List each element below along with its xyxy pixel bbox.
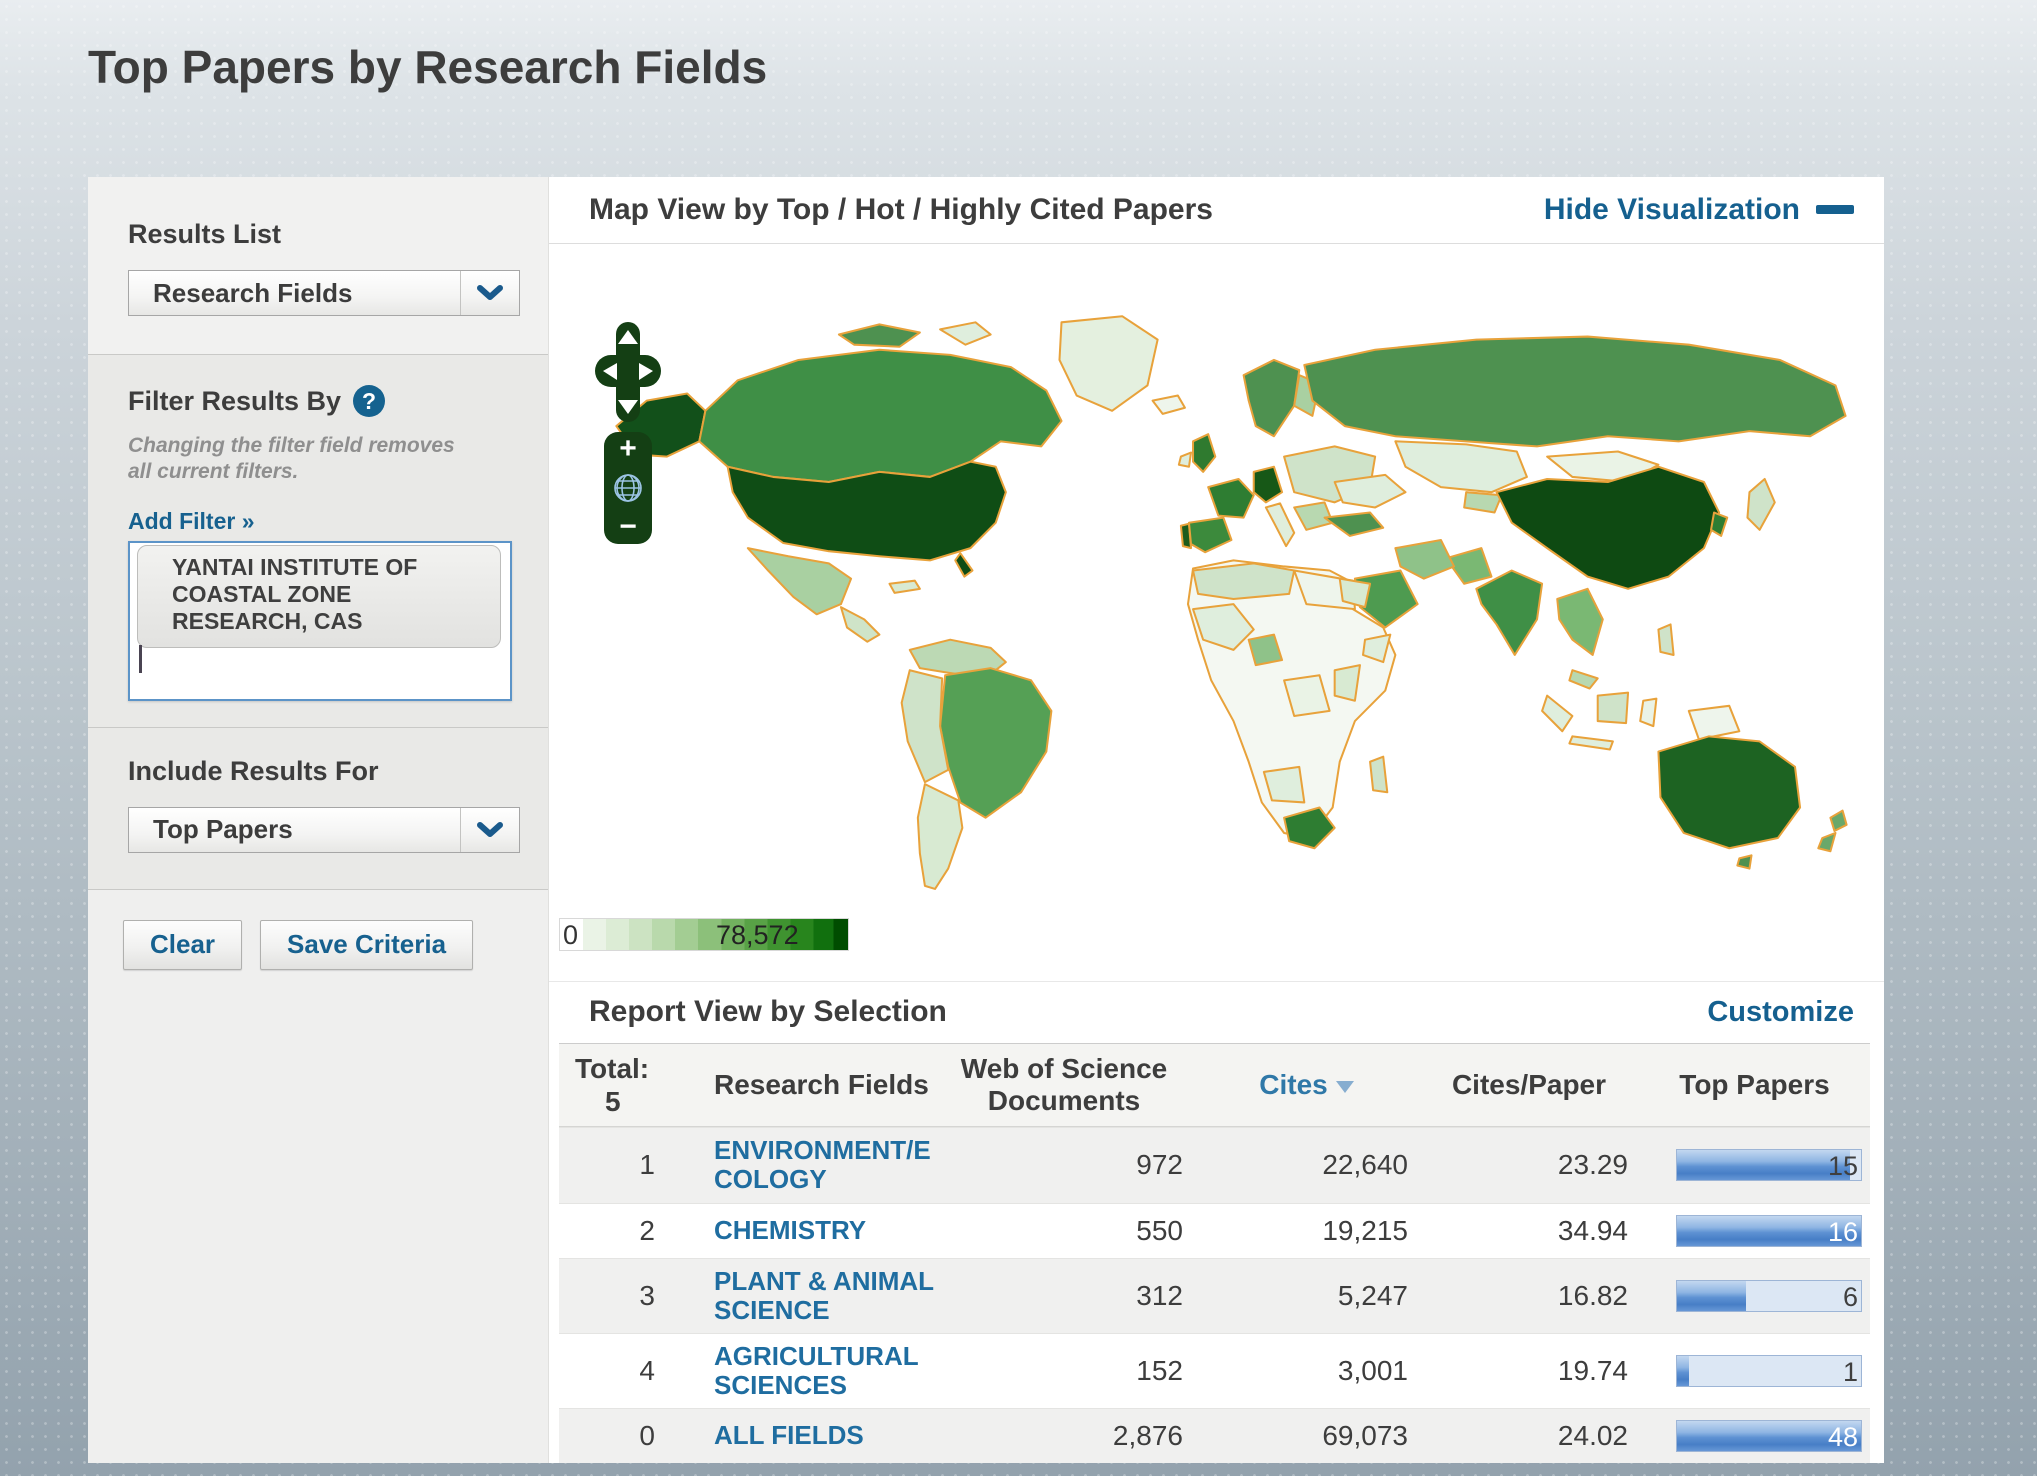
filter-heading: Filter Results By ?: [128, 385, 520, 417]
hide-visualization-label: Hide Visualization: [1544, 193, 1800, 227]
customize-link[interactable]: Customize: [1707, 996, 1854, 1029]
sidebar-actions: Clear Save Criteria: [88, 890, 548, 970]
docs-cell: 312: [939, 1280, 1199, 1312]
cites-cell: 5,247: [1199, 1280, 1424, 1312]
cites-per-paper-cell: 24.02: [1424, 1420, 1644, 1452]
chevron-down-icon[interactable]: [460, 271, 519, 315]
research-field-link[interactable]: AGRICULTURAL SCIENCES: [714, 1334, 939, 1408]
cites-cell: 69,073: [1199, 1420, 1424, 1452]
docs-cell: 972: [939, 1149, 1199, 1181]
zoom-out-button[interactable]: −: [619, 514, 637, 540]
results-list-selected-value: Research Fields: [129, 278, 460, 309]
legend-max-label: 78,572: [716, 920, 799, 951]
cites-sort-label[interactable]: Cites: [1259, 1069, 1327, 1101]
cites-cell: 3,001: [1199, 1355, 1424, 1387]
docs-cell: 550: [939, 1215, 1199, 1247]
criteria-sidebar: Results List Research Fields Filter Resu…: [88, 177, 549, 1463]
column-header-wos-documents[interactable]: Web of Science Documents: [934, 1053, 1194, 1117]
active-filter-chip[interactable]: YANTAI INSTITUTE OF COASTAL ZONE RESEARC…: [137, 545, 501, 648]
results-list-dropdown[interactable]: Research Fields: [128, 270, 520, 316]
table-row: 2 CHEMISTRY 550 19,215 34.94 16: [559, 1203, 1870, 1258]
add-filter-link[interactable]: Add Filter »: [128, 508, 255, 535]
top-papers-bar: 6: [1676, 1280, 1862, 1312]
legend-gradient-bar: [559, 918, 849, 951]
results-table: Total: 5 Research Fields Web of Science …: [559, 1043, 1870, 1463]
column-header-cites[interactable]: Cites: [1194, 1069, 1419, 1101]
top-papers-value: 48: [1828, 1422, 1858, 1453]
legend-min-label: 0: [563, 920, 578, 951]
chevron-down-icon[interactable]: [460, 808, 519, 852]
include-results-dropdown[interactable]: Top Papers: [128, 807, 520, 853]
question-mark-icon[interactable]: ?: [353, 385, 385, 417]
filter-section: Filter Results By ? Changing the filter …: [88, 355, 548, 728]
sort-descending-icon: [1336, 1081, 1354, 1093]
top-papers-value: 15: [1828, 1151, 1858, 1182]
rank-cell: 2: [559, 1215, 669, 1247]
rank-cell: 1: [559, 1149, 669, 1181]
top-papers-bar: 15: [1676, 1149, 1862, 1181]
map-zoom-control[interactable]: + −: [604, 432, 652, 544]
clear-button[interactable]: Clear: [123, 920, 242, 970]
collapse-minus-icon: [1816, 205, 1854, 214]
report-header: Report View by Selection Customize: [549, 981, 1884, 1044]
table-row: 3 PLANT & ANIMAL SCIENCE 312 5,247 16.82…: [559, 1258, 1870, 1333]
report-title: Report View by Selection: [589, 995, 947, 1029]
cites-per-paper-cell: 34.94: [1424, 1215, 1644, 1247]
map-header: Map View by Top / Hot / Highly Cited Pap…: [549, 177, 1884, 244]
results-list-section: Results List Research Fields: [88, 177, 548, 355]
research-field-link[interactable]: ENVIRONMENT/ECOLOGY: [714, 1128, 939, 1202]
table-row: 4 AGRICULTURAL SCIENCES 152 3,001 19.74 …: [559, 1333, 1870, 1408]
rank-cell: 0: [559, 1420, 669, 1452]
research-field-link[interactable]: CHEMISTRY: [714, 1208, 939, 1253]
docs-cell: 152: [939, 1355, 1199, 1387]
include-results-heading: Include Results For: [128, 756, 520, 787]
map-title: Map View by Top / Hot / Highly Cited Pap…: [589, 193, 1213, 227]
text-cursor: [139, 645, 142, 673]
docs-cell: 2,876: [939, 1420, 1199, 1452]
cites-per-paper-cell: 19.74: [1424, 1355, 1644, 1387]
hide-visualization-link[interactable]: Hide Visualization: [1544, 193, 1854, 227]
column-header-research-fields[interactable]: Research Fields: [669, 1069, 934, 1101]
top-papers-bar: 48: [1676, 1420, 1862, 1452]
main-panel: Map View by Top / Hot / Highly Cited Pap…: [549, 177, 1884, 1463]
include-results-section: Include Results For Top Papers: [88, 728, 548, 890]
table-row: 1 ENVIRONMENT/ECOLOGY 972 22,640 23.29 1…: [559, 1127, 1870, 1202]
filter-input-box[interactable]: YANTAI INSTITUTE OF COASTAL ZONE RESEARC…: [128, 541, 512, 701]
top-papers-value: 16: [1828, 1217, 1858, 1248]
column-header-top-papers[interactable]: Top Papers: [1639, 1069, 1870, 1101]
filter-note: Changing the filter field removes all cu…: [128, 433, 458, 486]
cites-cell: 19,215: [1199, 1215, 1424, 1247]
rank-cell: 3: [559, 1280, 669, 1312]
table-header-row: Total: 5 Research Fields Web of Science …: [559, 1043, 1870, 1127]
cites-per-paper-cell: 16.82: [1424, 1280, 1644, 1312]
content-card: Results List Research Fields Filter Resu…: [88, 177, 1884, 1463]
top-papers-value: 6: [1843, 1282, 1858, 1313]
table-row: 0 ALL FIELDS 2,876 69,073 24.02 48: [559, 1408, 1870, 1463]
cites-per-paper-cell: 23.29: [1424, 1149, 1644, 1181]
research-field-link[interactable]: ALL FIELDS: [714, 1413, 939, 1458]
save-criteria-button[interactable]: Save Criteria: [260, 920, 473, 970]
total-value: 5: [575, 1085, 669, 1119]
total-count: Total: 5: [559, 1046, 669, 1125]
top-papers-value: 1: [1843, 1357, 1858, 1388]
map-pan-control[interactable]: [595, 322, 661, 422]
total-label: Total:: [575, 1052, 669, 1086]
include-results-selected-value: Top Papers: [129, 814, 460, 845]
cites-cell: 22,640: [1199, 1149, 1424, 1181]
world-choropleth-map[interactable]: [586, 304, 1881, 894]
rank-cell: 4: [559, 1355, 669, 1387]
research-field-link[interactable]: PLANT & ANIMAL SCIENCE: [714, 1259, 939, 1333]
column-header-cites-per-paper[interactable]: Cites/Paper: [1419, 1069, 1639, 1101]
top-papers-bar: 16: [1676, 1215, 1862, 1247]
world-map-region: + − 0 78,572: [549, 244, 1884, 981]
page-title: Top Papers by Research Fields: [88, 40, 767, 94]
top-papers-bar: 1: [1676, 1355, 1862, 1387]
results-list-heading: Results List: [128, 219, 520, 250]
zoom-in-button[interactable]: +: [619, 436, 637, 462]
globe-icon[interactable]: [611, 471, 645, 505]
filter-heading-label: Filter Results By: [128, 386, 341, 417]
map-color-legend: 0 78,572: [559, 918, 849, 951]
